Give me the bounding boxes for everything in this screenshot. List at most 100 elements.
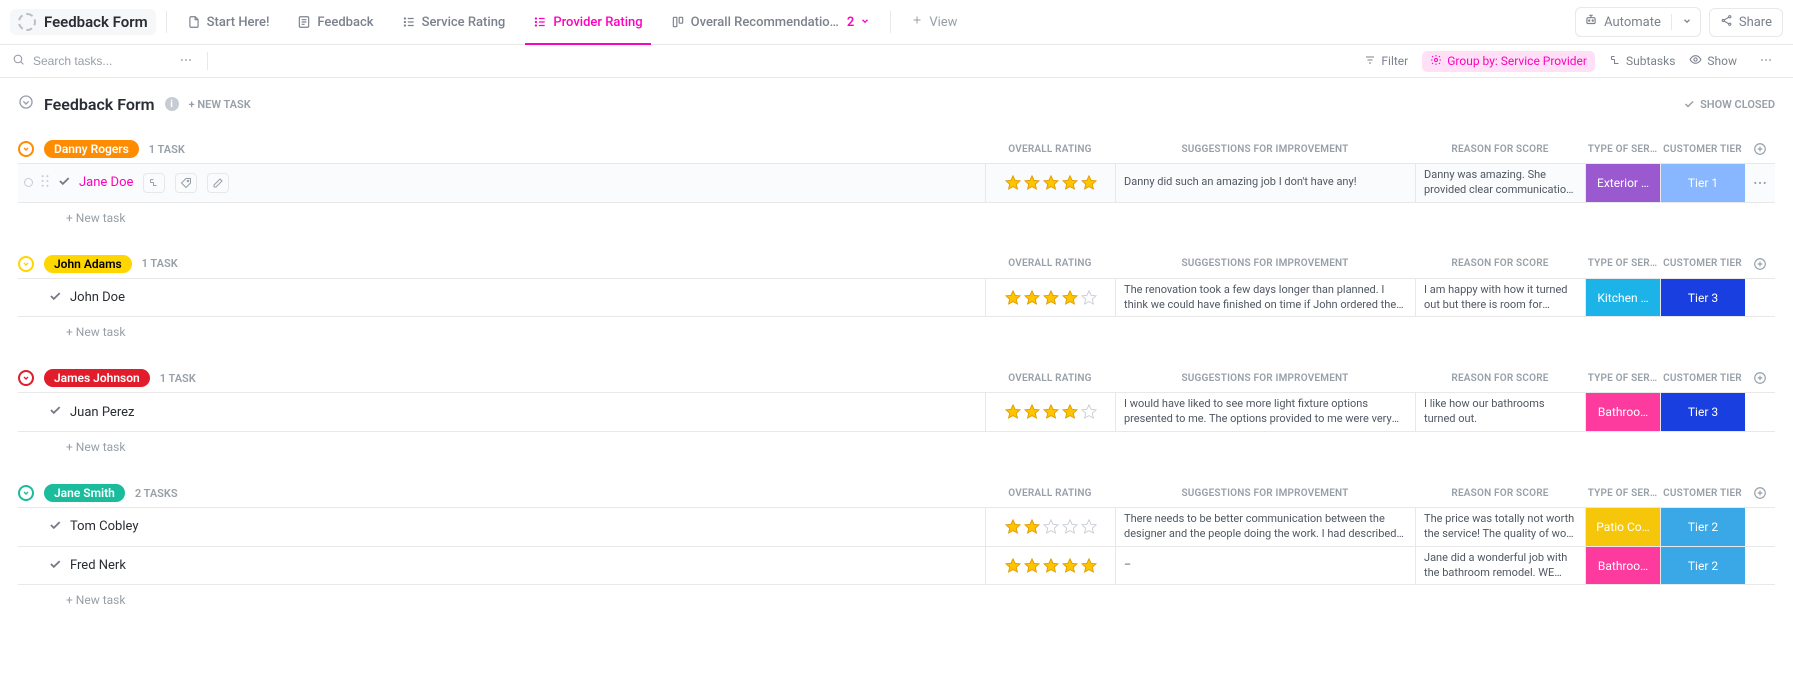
task-name[interactable]: John Doe [70,290,125,305]
cell-rating[interactable] [985,164,1115,202]
cell-rating[interactable] [985,547,1115,585]
task-row[interactable]: John Doe The renovation took a few days … [18,278,1775,318]
new-task-row[interactable]: + New task [18,585,1775,611]
col-header-reason[interactable]: REASON FOR SCORE [1415,144,1585,155]
search-input[interactable] [31,53,171,69]
col-header-reason[interactable]: REASON FOR SCORE [1415,258,1585,269]
task-row[interactable]: Juan Perez I would have liked to see mor… [18,392,1775,432]
cell-service-type[interactable]: Bathroo… [1585,393,1660,431]
col-header-rating[interactable]: OVERALL RATING [985,258,1115,269]
toolbar-more-button[interactable] [1751,53,1781,70]
cell-service-type[interactable]: Exterior … [1585,164,1660,202]
automate-button[interactable]: Automate [1575,7,1701,37]
complete-check-icon[interactable] [48,289,62,307]
tab-start-here[interactable]: Start Here! [173,0,284,44]
show-closed-button[interactable]: SHOW CLOSED [1683,98,1775,111]
tab-service-rating[interactable]: Service Rating [388,0,520,44]
search-more-button[interactable] [171,53,201,70]
cell-reason[interactable]: The price was totally not worth the serv… [1415,508,1585,546]
cell-reason[interactable]: Danny was amazing. She provided clear co… [1415,164,1585,202]
cell-rating[interactable] [985,508,1115,546]
col-header-tier[interactable]: CUSTOMER TIER [1660,488,1745,499]
col-header-tier[interactable]: CUSTOMER TIER [1660,144,1745,155]
cell-reason[interactable]: I am happy with how it turned out but th… [1415,279,1585,317]
create-subtask-button[interactable] [143,173,165,193]
cell-customer-tier[interactable]: Tier 2 [1660,547,1745,585]
cell-customer-tier[interactable]: Tier 3 [1660,279,1745,317]
complete-check-icon[interactable] [57,174,71,192]
cell-suggestions[interactable]: The renovation took a few days longer th… [1115,279,1415,317]
col-header-type[interactable]: TYPE OF SER… [1585,258,1660,269]
add-view-button[interactable]: View [897,14,971,30]
tab-overall-recommendation[interactable]: Overall Recommendatio… 2 [657,0,885,44]
subtasks-button[interactable]: Subtasks [1609,54,1675,69]
cell-service-type[interactable]: Kitchen … [1585,279,1660,317]
filter-button[interactable]: Filter [1364,54,1408,69]
col-header-type[interactable]: TYPE OF SER… [1585,144,1660,155]
group-collapse-icon[interactable] [18,485,34,501]
group-collapse-icon[interactable] [18,141,34,157]
cell-reason[interactable]: Jane did a wonderful job with the bathro… [1415,547,1585,585]
cell-customer-tier[interactable]: Tier 3 [1660,393,1745,431]
cell-service-type[interactable]: Bathroo… [1585,547,1660,585]
show-button[interactable]: Show [1689,53,1737,69]
groupby-button[interactable]: Group by: Service Provider [1422,51,1595,72]
col-header-rating[interactable]: OVERALL RATING [985,373,1115,384]
group-collapse-icon[interactable] [18,256,34,272]
group-chip[interactable]: Jane Smith [44,484,125,502]
col-header-tier[interactable]: CUSTOMER TIER [1660,258,1745,269]
group-chip[interactable]: James Johnson [44,369,150,387]
search-box[interactable] [12,53,171,69]
cell-suggestions[interactable]: I would have liked to see more light fix… [1115,393,1415,431]
tab-provider-rating[interactable]: Provider Rating [519,0,656,44]
col-header-reason[interactable]: REASON FOR SCORE [1415,373,1585,384]
col-header-rating[interactable]: OVERALL RATING [985,488,1115,499]
task-name[interactable]: Fred Nerk [70,558,126,573]
cell-rating[interactable] [985,393,1115,431]
cell-customer-tier[interactable]: Tier 2 [1660,508,1745,546]
col-header-suggestions[interactable]: SUGGESTIONS FOR IMPROVEMENT [1115,373,1415,384]
col-header-suggestions[interactable]: SUGGESTIONS FOR IMPROVEMENT [1115,144,1415,155]
status-circle-icon[interactable] [24,178,33,187]
task-row[interactable]: Fred Nerk – Jane did a wonderful job wit… [18,546,1775,586]
col-header-tier[interactable]: CUSTOMER TIER [1660,373,1745,384]
group-chip[interactable]: John Adams [44,255,132,273]
task-row[interactable]: Jane Doe Danny did such an amazing job I… [18,163,1775,203]
group-chip[interactable]: Danny Rogers [44,140,139,158]
cell-service-type[interactable]: Patio Co… [1585,508,1660,546]
collapse-all-icon[interactable] [18,94,34,114]
task-row[interactable]: Tom Cobley There needs to be better comm… [18,507,1775,547]
new-task-row[interactable]: + New task [18,432,1775,458]
cell-suggestions[interactable]: There needs to be better communication b… [1115,508,1415,546]
add-column-button[interactable] [1745,371,1775,385]
cell-suggestions[interactable]: Danny did such an amazing job I don't ha… [1115,164,1415,202]
new-task-row[interactable]: + New task [18,317,1775,343]
tab-feedback[interactable]: Feedback [283,0,387,44]
cell-suggestions[interactable]: – [1115,547,1415,585]
add-column-button[interactable] [1745,486,1775,500]
cell-reason[interactable]: I like how our bathrooms turned out. [1415,393,1585,431]
cell-customer-tier[interactable]: Tier 1 [1660,164,1745,202]
col-header-rating[interactable]: OVERALL RATING [985,144,1115,155]
task-name[interactable]: Tom Cobley [70,519,138,534]
complete-check-icon[interactable] [48,557,62,575]
add-column-button[interactable] [1745,142,1775,156]
info-icon[interactable]: i [165,97,179,111]
complete-check-icon[interactable] [48,518,62,536]
list-badge[interactable]: Feedback Form [10,9,156,35]
row-more-button[interactable] [1745,164,1775,202]
cell-rating[interactable] [985,279,1115,317]
rename-button[interactable] [207,173,229,193]
new-task-row[interactable]: + New task [18,203,1775,229]
col-header-reason[interactable]: REASON FOR SCORE [1415,488,1585,499]
task-name[interactable]: Jane Doe [79,175,133,190]
group-collapse-icon[interactable] [18,370,34,386]
drag-handle-icon[interactable] [41,174,49,192]
new-task-button[interactable]: + NEW TASK [189,98,251,111]
share-button[interactable]: Share [1709,8,1783,37]
col-header-type[interactable]: TYPE OF SER… [1585,488,1660,499]
col-header-suggestions[interactable]: SUGGESTIONS FOR IMPROVEMENT [1115,258,1415,269]
col-header-suggestions[interactable]: SUGGESTIONS FOR IMPROVEMENT [1115,488,1415,499]
add-column-button[interactable] [1745,257,1775,271]
col-header-type[interactable]: TYPE OF SER… [1585,373,1660,384]
